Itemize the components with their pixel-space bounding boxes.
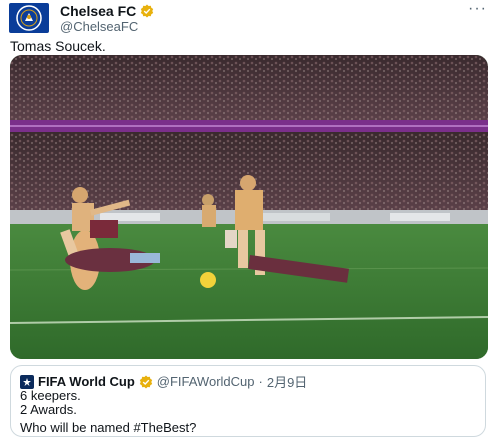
chelsea-crest-icon	[16, 5, 42, 31]
author-display-name[interactable]: Chelsea FC	[60, 3, 136, 19]
quoted-text-line: 2 Awards.	[20, 402, 77, 417]
quoted-text-line: 6 keepers.	[20, 388, 81, 403]
fifa-logo-icon	[23, 377, 31, 386]
more-options-icon[interactable]: ···	[468, 0, 487, 18]
verified-badge-icon	[141, 4, 154, 18]
quoted-text-line: Who will be named #TheBest?	[20, 420, 197, 435]
quoted-tweet[interactable]: FIFA World Cup @FIFAWorldCup · 2月9日 6 ke…	[10, 365, 486, 437]
author-handle[interactable]: @ChelseaFC	[60, 19, 138, 34]
tweet-video[interactable]	[10, 55, 488, 359]
separator-dot: ·	[258, 374, 263, 389]
quoted-author-handle[interactable]: @FIFAWorldCup	[157, 374, 255, 389]
chelsea-avatar[interactable]	[9, 3, 49, 33]
football-video-still	[10, 55, 488, 359]
quoted-date[interactable]: 2月9日	[267, 372, 307, 391]
fifa-avatar[interactable]	[20, 374, 34, 389]
verified-badge-icon	[139, 375, 152, 388]
quoted-author-name[interactable]: FIFA World Cup	[38, 374, 135, 389]
tweet-card[interactable]: Chelsea FC @ChelseaFC ··· Tomas Soucek.	[0, 0, 500, 440]
tweet-text: Tomas Soucek.	[10, 38, 106, 54]
